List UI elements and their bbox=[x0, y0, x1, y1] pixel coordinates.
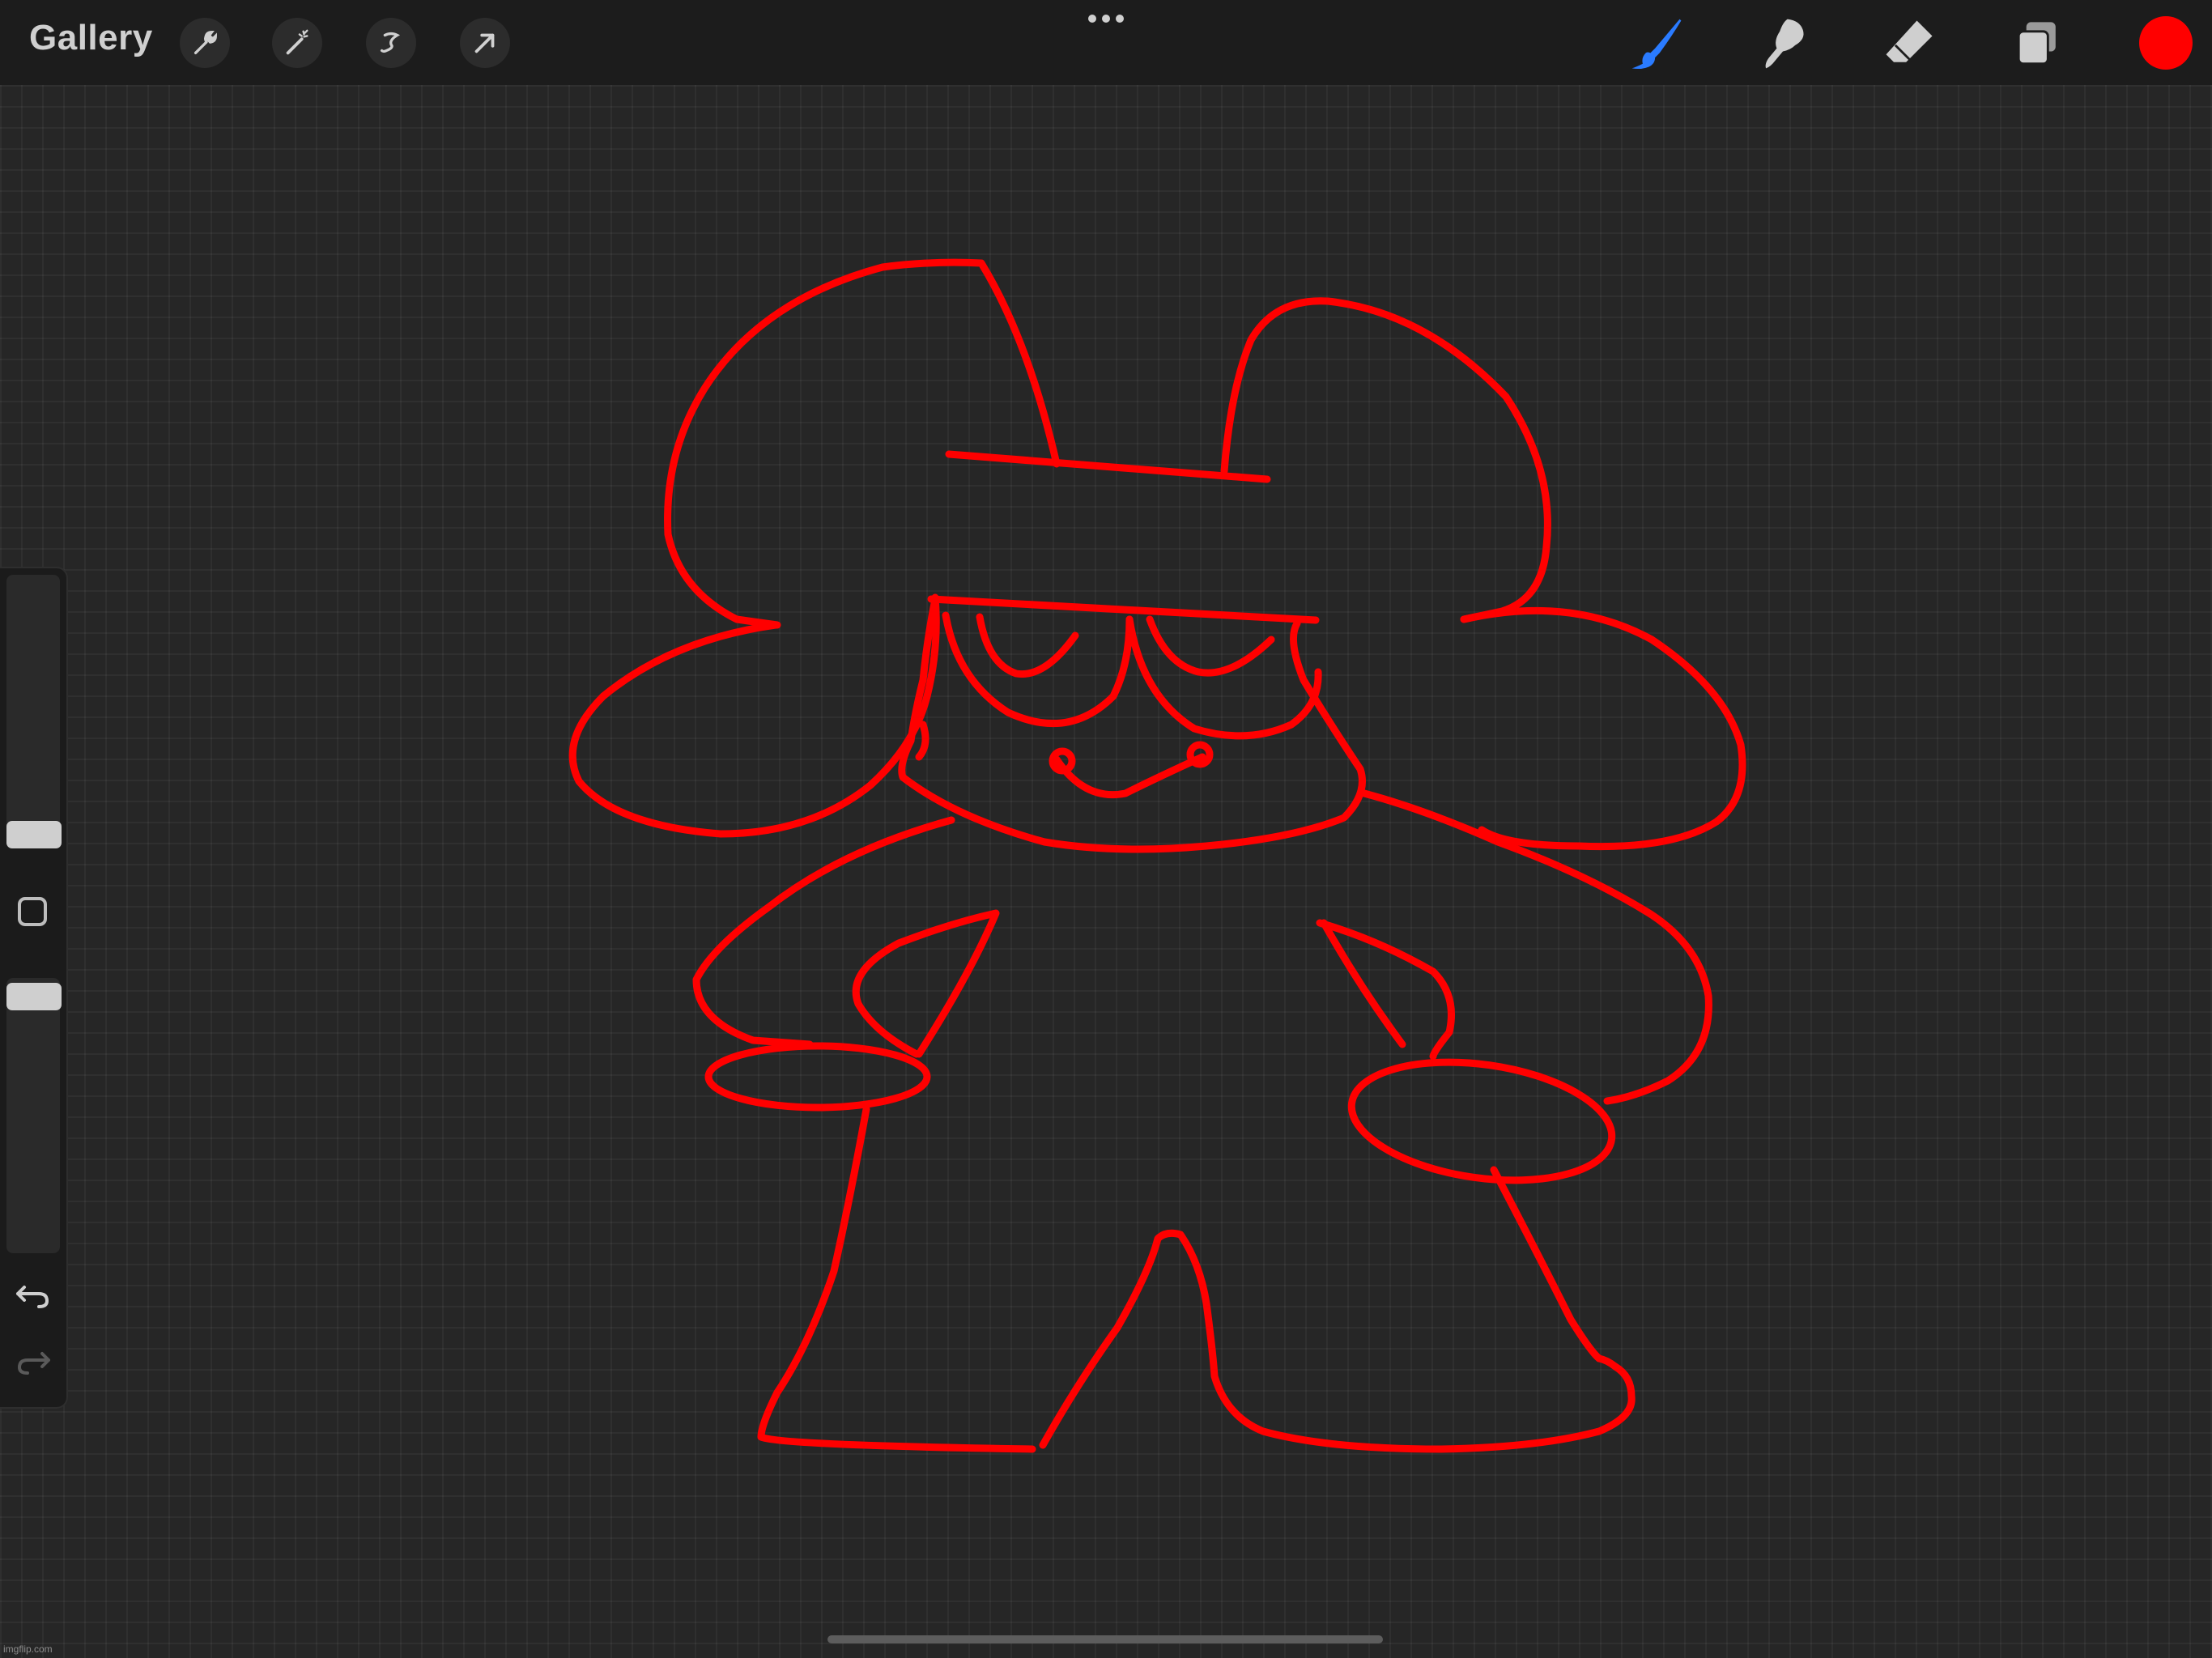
red-character-drawing bbox=[568, 258, 1746, 1453]
brush-size-thumb[interactable] bbox=[6, 821, 62, 848]
opacity-thumb[interactable] bbox=[6, 983, 62, 1010]
opacity-slider[interactable] bbox=[6, 978, 60, 1253]
layers-icon[interactable] bbox=[2005, 11, 2069, 76]
top-toolbar: Gallery bbox=[0, 0, 2212, 85]
undo-icon[interactable] bbox=[15, 1279, 52, 1312]
color-picker-button[interactable] bbox=[2139, 16, 2193, 70]
eraser-icon[interactable] bbox=[1877, 11, 1942, 76]
wrench-icon[interactable] bbox=[180, 18, 230, 68]
gallery-button[interactable]: Gallery bbox=[29, 18, 153, 58]
more-options-icon[interactable] bbox=[1087, 13, 1125, 24]
redo-icon[interactable] bbox=[15, 1346, 52, 1378]
magic-wand-icon[interactable] bbox=[272, 18, 322, 68]
left-sidebar bbox=[0, 567, 68, 1409]
transform-arrow-icon[interactable] bbox=[460, 18, 510, 68]
watermark: imgflip.com bbox=[3, 1643, 53, 1655]
home-indicator bbox=[827, 1635, 1383, 1643]
smudge-icon[interactable] bbox=[1750, 11, 1815, 76]
selection-icon[interactable] bbox=[366, 18, 416, 68]
brush-size-slider[interactable] bbox=[6, 575, 60, 834]
brush-icon[interactable] bbox=[1624, 11, 1689, 76]
modifier-square-icon[interactable] bbox=[18, 897, 47, 926]
